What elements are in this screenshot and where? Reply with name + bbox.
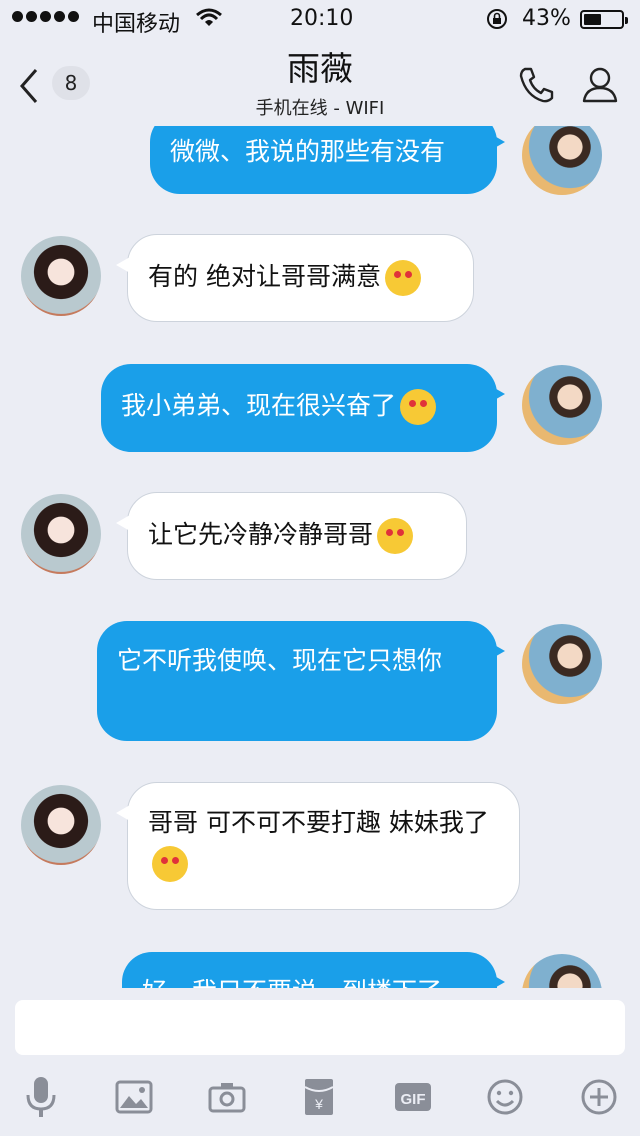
my-avatar[interactable] <box>522 126 602 195</box>
gif-icon: GIF <box>395 1083 431 1111</box>
wifi-icon <box>196 8 222 34</box>
chat-header: 8 雨薇 手机在线 - WIFI <box>0 40 640 126</box>
message-list[interactable]: 微微、我说的那些有没有 有的 绝对让哥哥满意 我小弟弟、现在很兴奋了 让它先冷静… <box>0 126 640 988</box>
message-text: 哥哥 可不可不要打趣 妹妹我了 <box>148 808 489 837</box>
battery-icon <box>580 10 628 29</box>
camera-icon <box>208 1083 246 1113</box>
message-bubble[interactable]: 哥哥 可不可不要打趣 妹妹我了 <box>116 782 520 910</box>
emoji-icon <box>487 1079 523 1115</box>
message-bubble[interactable]: 微微、我说的那些有没有 <box>150 126 505 194</box>
composer-toolbar: ¥ GIF <box>0 1060 640 1136</box>
plus-icon <box>581 1079 617 1115</box>
mic-button[interactable] <box>18 1074 64 1120</box>
contact-avatar[interactable] <box>21 236 101 316</box>
signal-icon <box>12 11 79 22</box>
emoji-button[interactable] <box>482 1074 528 1120</box>
message-text: 我小弟弟、现在很兴奋了 <box>121 391 397 420</box>
my-avatar[interactable] <box>522 954 602 988</box>
message-input[interactable] <box>15 1000 625 1055</box>
message-bubble[interactable]: 让它先冷静冷静哥哥 <box>116 492 467 580</box>
more-button[interactable] <box>576 1074 622 1120</box>
rotation-lock-icon <box>486 8 508 36</box>
phone-icon <box>519 67 554 103</box>
message-text: 微微、我说的那些有没有 <box>170 137 446 166</box>
heart-eyes-emoji-icon <box>400 389 437 425</box>
message-bubble[interactable]: 好、我只不要说、到楼下了 <box>122 952 505 988</box>
clock: 20:10 <box>290 6 354 31</box>
message-text: 好、我只不要说、到楼下了 <box>142 977 442 988</box>
smile-emoji-icon <box>152 846 188 882</box>
image-button[interactable] <box>111 1074 157 1120</box>
person-icon <box>582 67 618 103</box>
message-bubble[interactable]: 有的 绝对让哥哥满意 <box>116 234 474 322</box>
mic-icon <box>26 1077 56 1117</box>
image-icon <box>115 1080 153 1114</box>
svg-text:GIF: GIF <box>401 1091 426 1108</box>
red-packet-button[interactable]: ¥ <box>296 1074 342 1120</box>
star-eyes-emoji-icon <box>384 260 421 296</box>
carrier-label: 中国移动 <box>92 12 181 37</box>
svg-text:¥: ¥ <box>314 1096 323 1112</box>
message-text: 有的 绝对让哥哥满意 <box>148 262 381 291</box>
contact-avatar[interactable] <box>21 494 101 574</box>
message-text: 让它先冷静冷静哥哥 <box>148 520 374 549</box>
camera-button[interactable] <box>204 1074 250 1120</box>
message-bubble[interactable]: 我小弟弟、现在很兴奋了 <box>101 364 505 452</box>
battery-percent: 43% <box>522 6 571 31</box>
my-avatar[interactable] <box>522 624 602 704</box>
message-text: 它不听我使唤、现在它只想你 <box>117 646 443 675</box>
composer: ¥ GIF <box>0 988 640 1136</box>
profile-button[interactable] <box>582 66 618 108</box>
gif-button[interactable]: GIF <box>390 1074 436 1120</box>
my-avatar[interactable] <box>522 365 602 445</box>
message-bubble[interactable]: 它不听我使唤、现在它只想你 <box>97 621 505 741</box>
contact-avatar[interactable] <box>21 785 101 865</box>
phone-button[interactable] <box>518 66 554 108</box>
status-bar: 中国移动 20:10 43% <box>0 0 640 40</box>
star-eyes-emoji-icon <box>377 518 414 554</box>
red-packet-icon: ¥ <box>304 1079 334 1115</box>
